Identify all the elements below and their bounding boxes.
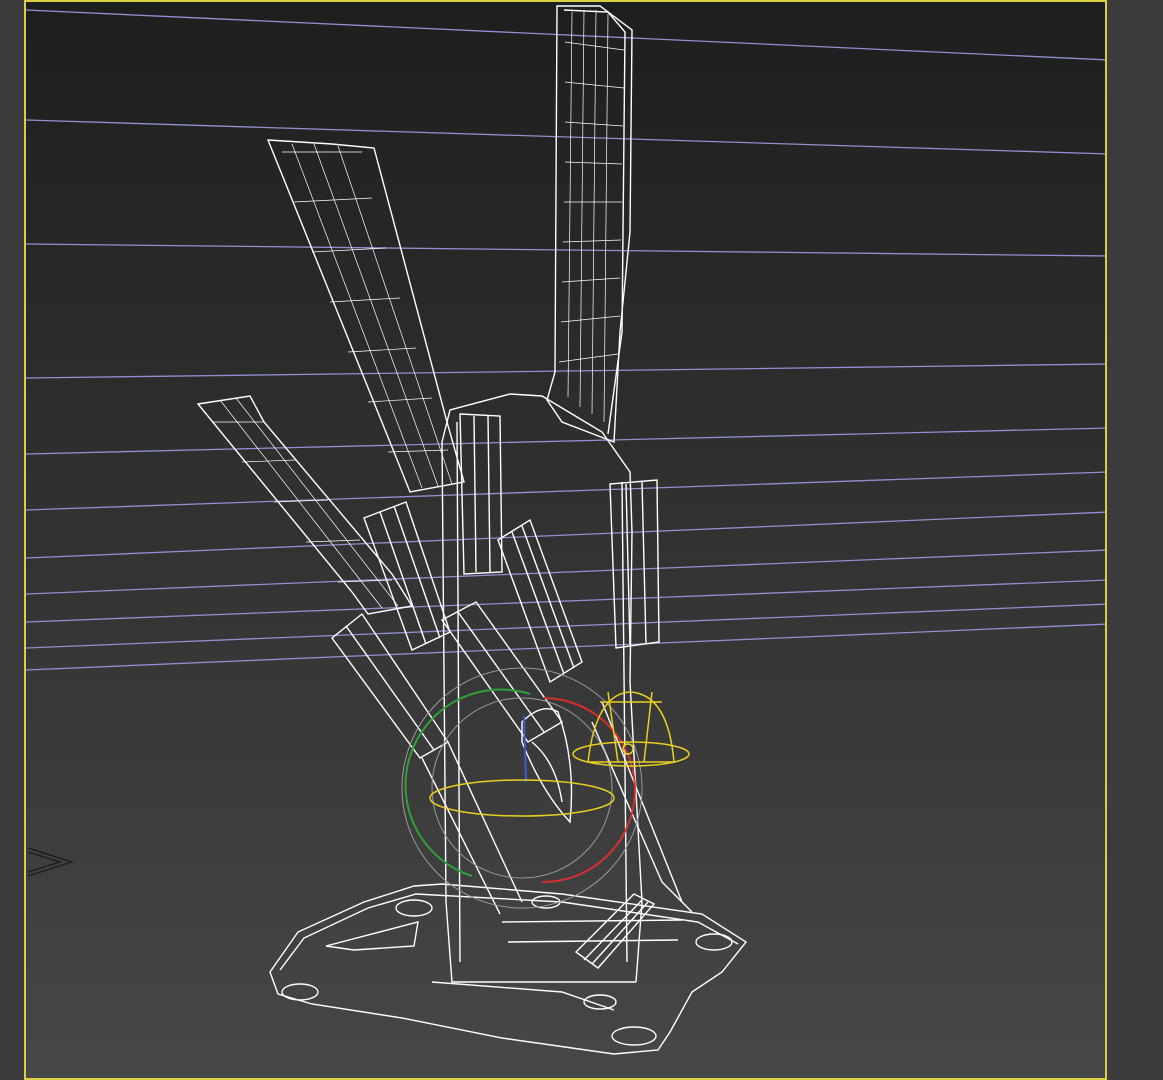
perspective-viewport[interactable]	[24, 0, 1107, 1080]
rotate-gizmo-icon[interactable]	[401, 667, 643, 909]
viewport-scene[interactable]	[26, 2, 1107, 1080]
guide-lines	[26, 9, 1105, 671]
right-panel-edge	[1107, 0, 1163, 1080]
camera-icon[interactable]	[27, 847, 74, 877]
viewport-window	[0, 0, 1163, 1080]
left-panel-edge	[0, 0, 24, 1080]
